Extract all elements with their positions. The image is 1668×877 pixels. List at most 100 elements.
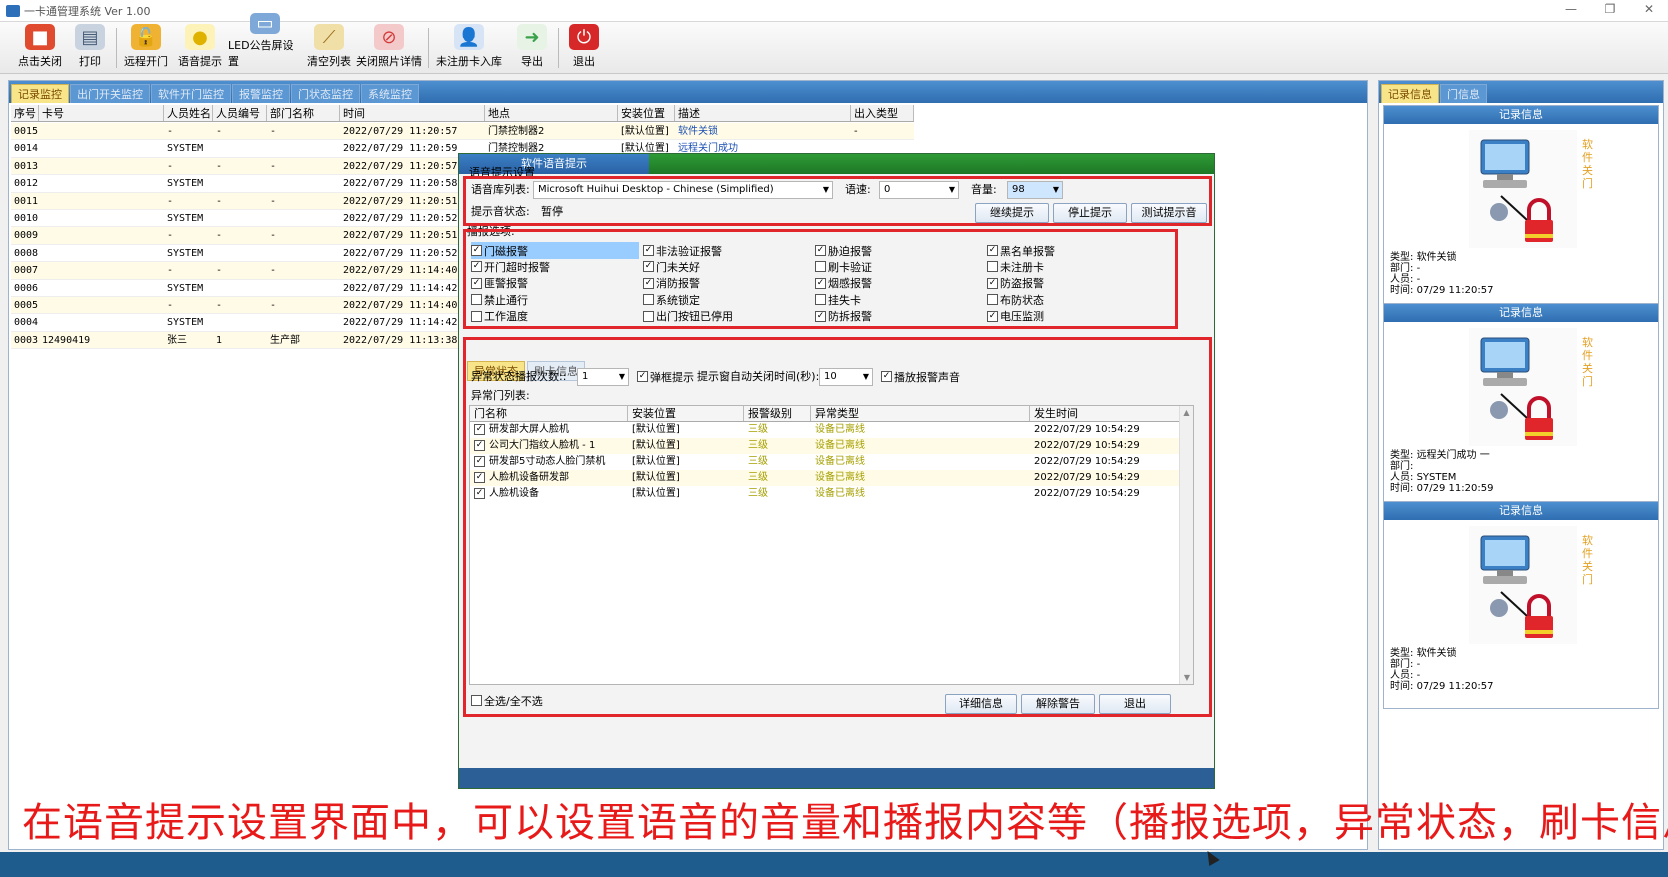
- option-checkbox[interactable]: 布防状态: [987, 291, 1044, 308]
- tab-record-monitor[interactable]: 记录监控: [11, 84, 69, 103]
- record-dept: -: [1416, 263, 1421, 274]
- scroll-up-icon[interactable]: ▲: [1180, 408, 1193, 417]
- checkbox-checked-icon[interactable]: ✓: [474, 471, 485, 483]
- clear-alarm-button[interactable]: 解除警告: [1021, 694, 1095, 714]
- column-header[interactable]: 地点: [485, 105, 618, 121]
- column-header[interactable]: 出入类型: [851, 105, 914, 121]
- column-header[interactable]: 门名称: [470, 406, 628, 421]
- table-cell: -: [270, 265, 277, 277]
- column-header[interactable]: 异常类型: [811, 406, 1030, 421]
- option-checkbox[interactable]: ✓ 开门超时报警: [471, 258, 550, 275]
- option-checkbox[interactable]: 工作温度: [471, 308, 528, 325]
- column-header[interactable]: 报警级别: [744, 406, 811, 421]
- toolbar-button-voice-prompt[interactable]: ● 语音提示: [174, 24, 226, 72]
- option-checkbox[interactable]: 系统锁定: [643, 291, 700, 308]
- table-cell: 2022/07/29 10:54:29: [1034, 440, 1140, 451]
- play-sound-checkbox[interactable]: ✓ 播放报警声音: [881, 368, 960, 385]
- column-header[interactable]: 安装位置: [618, 105, 675, 121]
- restore-icon[interactable]: ❐: [1595, 2, 1625, 16]
- repeat-count-select[interactable]: 1 ▼: [577, 368, 629, 386]
- option-checkbox[interactable]: ✓ 电压监测: [987, 308, 1044, 325]
- tab-exit-switch-monitor[interactable]: 出门开关监控: [70, 84, 150, 103]
- toolbar-button-clear-list[interactable]: ⟋ 清空列表: [304, 24, 354, 72]
- record-card: 记录信息 软件关门 类型: 远程关门成功 一部门: 人员: SYSTEM 时间: 07…: [1383, 303, 1659, 511]
- table-row[interactable]: ✓ 研发部5寸动态人脸门禁机 [默认位置] 三级 设备已离线 2022/07/29 10:…: [470, 454, 1193, 470]
- toolbar-button-print[interactable]: ▤ 打印: [70, 24, 110, 72]
- voice-library-select[interactable]: Microsoft Huihui Desktop - Chinese (Simp…: [533, 181, 833, 199]
- option-checkbox[interactable]: ✓ 消防报警: [643, 275, 700, 292]
- option-checkbox[interactable]: ✓ 烟感报警: [815, 275, 872, 292]
- volume-select[interactable]: 98 ▼: [1007, 181, 1063, 199]
- toolbar-button-led-settings[interactable]: ▭ LED公告屏设置: [228, 13, 302, 72]
- close-icon[interactable]: ✕: [1634, 2, 1664, 16]
- option-checkbox[interactable]: ✓ 非法验证报警: [643, 242, 722, 259]
- tab-door-status-monitor[interactable]: 门状态监控: [291, 84, 360, 103]
- checkbox-checked-icon[interactable]: ✓: [474, 423, 485, 435]
- column-header[interactable]: 卡号: [39, 105, 164, 121]
- option-checkbox[interactable]: ✓ 匪警报警: [471, 275, 528, 292]
- table-cell: -: [270, 126, 277, 137]
- table-row[interactable]: ✓ 人脸机设备 [默认位置] 三级 设备已离线 2022/07/29 10:54:29: [470, 486, 1193, 502]
- table-cell: ✓ 人脸机设备: [474, 487, 539, 499]
- option-checkbox[interactable]: 未注册卡: [987, 258, 1044, 275]
- tab-alarm-monitor[interactable]: 报警监控: [232, 84, 290, 103]
- column-header[interactable]: 人员编号: [213, 105, 267, 121]
- option-checkbox[interactable]: 出门按钮已停用: [643, 308, 733, 325]
- speed-select[interactable]: 0 ▼: [879, 181, 959, 199]
- table-cell: 设备已离线: [815, 472, 865, 483]
- table-cell: 0004: [14, 317, 39, 329]
- column-header[interactable]: 序号: [11, 105, 39, 121]
- tab-door-info[interactable]: 门信息: [1440, 84, 1487, 103]
- tab-system-monitor[interactable]: 系统监控: [361, 84, 419, 103]
- table-row[interactable]: ✓ 人脸机设备研发部 [默认位置] 三级 设备已离线 2022/07/29 10:54:2…: [470, 470, 1193, 486]
- table-cell: -: [167, 230, 174, 242]
- column-header[interactable]: 发生时间: [1030, 406, 1180, 421]
- toolbar-button-close-door[interactable]: ■ 点击关闭: [12, 24, 68, 72]
- column-header[interactable]: 描述: [675, 105, 851, 121]
- column-header[interactable]: 时间: [340, 105, 485, 121]
- tab-record-info[interactable]: 记录信息: [1381, 84, 1439, 103]
- checkbox-checked-icon: ✓: [987, 277, 998, 289]
- checkbox-checked-icon: ✓: [471, 261, 482, 273]
- autoclose-select[interactable]: 10 ▼: [819, 368, 873, 386]
- minimize-icon[interactable]: —: [1556, 2, 1586, 16]
- option-checkbox[interactable]: ✓ 防盗报警: [987, 275, 1044, 292]
- option-checkbox[interactable]: 禁止通行: [471, 291, 528, 308]
- checkbox-checked-icon[interactable]: ✓: [474, 487, 485, 499]
- select-all-checkbox[interactable]: 全选/全不选: [471, 692, 543, 709]
- checkbox-checked-icon[interactable]: ✓: [474, 439, 485, 451]
- unlock-icon: 🔓: [131, 24, 161, 50]
- option-checkbox[interactable]: ✓ 门磁报警: [471, 242, 639, 259]
- table-cell: 设备已离线: [815, 424, 865, 435]
- stop-prompt-button[interactable]: 停止提示: [1053, 203, 1127, 223]
- toolbar-button-close-photo[interactable]: ⊘ 关闭照片详情: [356, 24, 422, 72]
- popup-checkbox[interactable]: ✓ 弹框提示: [637, 368, 694, 385]
- option-checkbox[interactable]: 刷卡验证: [815, 258, 872, 275]
- table-scrollbar[interactable]: ▲ ▼: [1179, 406, 1193, 684]
- chevron-down-icon: ▼: [948, 185, 955, 194]
- column-header[interactable]: 安装位置: [628, 406, 744, 421]
- continue-prompt-button[interactable]: 继续提示: [975, 203, 1049, 223]
- details-button[interactable]: 详细信息: [945, 694, 1017, 714]
- option-checkbox[interactable]: ✓ 胁迫报警: [815, 242, 872, 259]
- scroll-down-icon[interactable]: ▼: [1180, 673, 1194, 682]
- window-title: 一卡通管理系统 Ver 1.00: [24, 4, 151, 18]
- test-sound-button[interactable]: 测试提示音: [1131, 203, 1207, 223]
- column-header[interactable]: 部门名称: [267, 105, 340, 121]
- checkbox-checked-icon[interactable]: ✓: [474, 455, 485, 467]
- option-checkbox[interactable]: ✓ 门未关好: [643, 258, 700, 275]
- option-checkbox[interactable]: 挂失卡: [815, 291, 861, 308]
- toolbar-button-exit[interactable]: ⏻ 退出: [564, 24, 604, 72]
- toolbar-button-unregistered-card[interactable]: 👤 未注册卡入库: [432, 24, 506, 72]
- table-row[interactable]: ✓ 公司大门指纹人脸机 - 1 [默认位置] 三级 设备已离线 2022/07/29 10…: [470, 438, 1193, 454]
- toolbar-button-export[interactable]: ➜ 导出: [512, 24, 552, 72]
- tab-software-open-monitor[interactable]: 软件开门监控: [151, 84, 231, 103]
- checkbox-checked-icon: ✓: [643, 277, 654, 289]
- option-checkbox[interactable]: ✓ 防拆报警: [815, 308, 872, 325]
- table-row[interactable]: ✓ 研发部大屏人脸机 [默认位置] 三级 设备已离线 2022/07/29 10:54:2…: [470, 422, 1193, 438]
- column-header[interactable]: 人员姓名: [164, 105, 213, 121]
- exit-button[interactable]: 退出: [1099, 694, 1171, 714]
- toolbar-button-remote-open[interactable]: 🔓 远程开门: [120, 24, 172, 72]
- table-row[interactable]: 0015 - - - 2022/07/29 11:20:57 门禁控制器2 [默认位置] 软件…: [11, 123, 914, 141]
- option-checkbox[interactable]: ✓ 黑名单报警: [987, 242, 1055, 259]
